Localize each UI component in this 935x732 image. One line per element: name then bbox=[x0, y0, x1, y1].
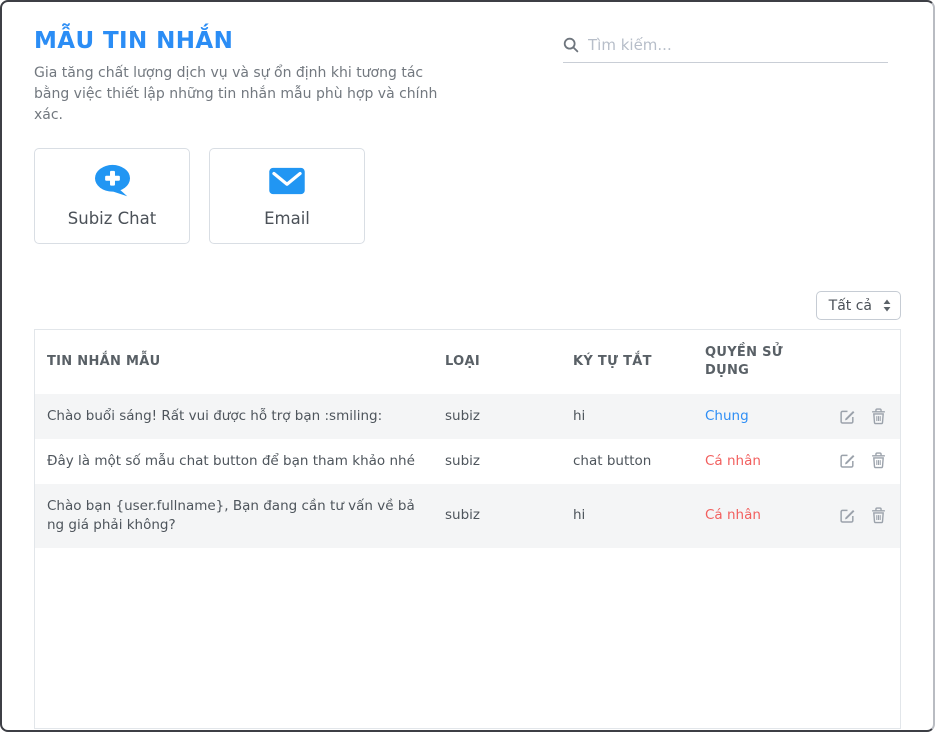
delete-button[interactable] bbox=[871, 452, 886, 469]
chat-bubble-plus-icon bbox=[92, 164, 133, 198]
card-label: Email bbox=[264, 209, 310, 228]
page-header: MẪU TIN NHẮN Gia tăng chất lượng dịch vụ… bbox=[34, 28, 901, 126]
permission-link[interactable]: Cá nhân bbox=[693, 439, 811, 484]
search-icon bbox=[563, 37, 579, 53]
filter-selected-value: Tất cả bbox=[829, 298, 872, 314]
select-arrows-icon bbox=[883, 299, 891, 312]
shortcut-cell: hi bbox=[561, 484, 693, 548]
actions-cell bbox=[811, 484, 900, 548]
table-row: Chào buổi sáng! Rất vui được hỗ trợ bạn … bbox=[35, 394, 900, 439]
template-type-cards: Subiz Chat Email bbox=[34, 148, 901, 244]
permission-link[interactable]: Chung bbox=[693, 394, 811, 439]
header-type: LOẠI bbox=[433, 330, 561, 394]
edit-button[interactable] bbox=[839, 507, 856, 524]
app-window: MẪU TIN NHẮN Gia tăng chất lượng dịch vụ… bbox=[0, 0, 935, 732]
page-title: MẪU TIN NHẮN bbox=[34, 28, 449, 54]
delete-button[interactable] bbox=[871, 408, 886, 425]
type-cell: subiz bbox=[433, 394, 561, 439]
permission-link[interactable]: Cá nhân bbox=[693, 484, 811, 548]
header-message: TIN NHẮN MẪU bbox=[35, 330, 433, 394]
filter-select[interactable]: Tất cả bbox=[816, 291, 901, 320]
type-cell: subiz bbox=[433, 484, 561, 548]
message-cell: Chào buổi sáng! Rất vui được hỗ trợ bạn … bbox=[35, 394, 433, 439]
filter-row: Tất cả bbox=[34, 291, 901, 320]
templates-table-panel: TIN NHẮN MẪU LOẠI KÝ TỰ TẮT QUYỀN SỬ DỤN… bbox=[34, 329, 901, 729]
card-label: Subiz Chat bbox=[68, 209, 156, 228]
table-row: Chào bạn {user.fullname}, Bạn đang cần t… bbox=[35, 484, 900, 548]
message-templates-page: MẪU TIN NHẮN Gia tăng chất lượng dịch vụ… bbox=[2, 2, 933, 729]
header-actions bbox=[811, 330, 900, 394]
shortcut-cell: chat button bbox=[561, 439, 693, 484]
search-input[interactable] bbox=[588, 36, 888, 54]
edit-button[interactable] bbox=[839, 452, 856, 469]
actions-cell bbox=[811, 439, 900, 484]
delete-button[interactable] bbox=[871, 507, 886, 524]
envelope-icon bbox=[268, 164, 306, 198]
message-cell: Chào bạn {user.fullname}, Bạn đang cần t… bbox=[35, 484, 433, 548]
table-header-row: TIN NHẮN MẪU LOẠI KÝ TỰ TẮT QUYỀN SỬ DỤN… bbox=[35, 330, 900, 394]
title-block: MẪU TIN NHẮN Gia tăng chất lượng dịch vụ… bbox=[34, 28, 449, 126]
page-subtitle: Gia tăng chất lượng dịch vụ và sự ổn địn… bbox=[34, 63, 449, 126]
search-box bbox=[563, 36, 888, 63]
actions-cell bbox=[811, 394, 900, 439]
message-cell: Đây là một số mẫu chat button để bạn tha… bbox=[35, 439, 433, 484]
email-template-button[interactable]: Email bbox=[209, 148, 365, 244]
subiz-chat-template-button[interactable]: Subiz Chat bbox=[34, 148, 190, 244]
shortcut-cell: hi bbox=[561, 394, 693, 439]
type-cell: subiz bbox=[433, 439, 561, 484]
templates-table: TIN NHẮN MẪU LOẠI KÝ TỰ TẮT QUYỀN SỬ DỤN… bbox=[35, 330, 900, 548]
header-permission: QUYỀN SỬ DỤNG bbox=[693, 330, 811, 394]
header-shortcut: KÝ TỰ TẮT bbox=[561, 330, 693, 394]
edit-button[interactable] bbox=[839, 408, 856, 425]
table-row: Đây là một số mẫu chat button để bạn tha… bbox=[35, 439, 900, 484]
